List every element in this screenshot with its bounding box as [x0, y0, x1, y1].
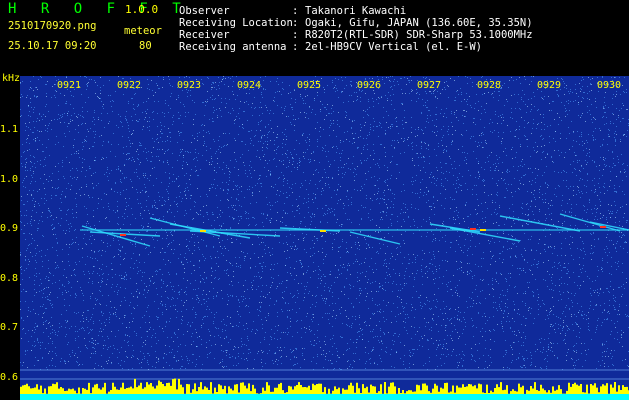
- echo-hotspot: [480, 229, 486, 231]
- x-tick-label: 0921: [57, 80, 82, 91]
- y-tick-label: 1.1: [0, 124, 19, 135]
- info-label-receiver: Receiver: [179, 29, 230, 41]
- spectrogram-canvas: [20, 76, 629, 400]
- file-name: 2510170920.png: [8, 20, 97, 32]
- app-version: 1.0.0: [125, 3, 159, 16]
- meteor-echo: [499, 215, 581, 232]
- y-axis-unit: kHz: [2, 73, 21, 84]
- echo-hotspot: [200, 230, 206, 232]
- x-tick-label: 0930: [597, 80, 622, 91]
- info-label-antenna: Receiving antenna: [179, 41, 287, 53]
- info-label-location: Receiving Location: [179, 17, 293, 29]
- info-value-receiver: R820T2(RTL-SDR) SDR-Sharp 53.1000MHz: [305, 29, 533, 41]
- echo-hotspot: [120, 234, 126, 236]
- x-tick-label: 0924: [237, 80, 262, 91]
- info-sep: :: [292, 5, 299, 17]
- hrofft-window: H R O F F T 1.0.0 2510170920.png 25.10.1…: [0, 0, 629, 400]
- x-tick-label: 0927: [417, 80, 442, 91]
- meteor-echo: [589, 221, 629, 231]
- echo-hotspot: [320, 230, 326, 232]
- spectrogram: [20, 76, 629, 400]
- x-tick-label: 0926: [357, 80, 382, 91]
- info-value-observer: Takanori Kawachi: [305, 5, 407, 17]
- echo-hotspot: [600, 226, 606, 228]
- info-sep: :: [292, 17, 299, 29]
- y-tick-label: 0.9: [0, 223, 19, 234]
- x-tick-label: 0925: [297, 80, 322, 91]
- echo-hotspot: [470, 228, 476, 230]
- info-value-location: Ogaki, Gifu, JAPAN (136.60E, 35.35N): [305, 17, 533, 29]
- info-label-observer: Observer: [179, 5, 230, 17]
- info-sep: :: [292, 41, 299, 53]
- x-tick-label: 0922: [117, 80, 142, 91]
- meteor-label: meteor: [124, 25, 162, 37]
- y-tick-label: 0.8: [0, 273, 19, 284]
- x-tick-label: 0923: [177, 80, 202, 91]
- noise-floor-base: [20, 394, 629, 400]
- x-tick-label: 0929: [537, 80, 562, 91]
- y-tick-label: 0.6: [0, 372, 19, 383]
- y-tick-label: 1.0: [0, 174, 19, 185]
- timestamp: 25.10.17 09:20: [8, 40, 97, 52]
- info-sep: :: [292, 29, 299, 41]
- meteor-count: 80: [139, 40, 152, 52]
- app-title: H R O F F T: [8, 1, 189, 17]
- y-tick-label: 0.7: [0, 322, 19, 333]
- x-tick-label: 0928: [477, 80, 502, 91]
- info-value-antenna: 2el-HB9CV Vertical (el. E-W): [305, 41, 483, 53]
